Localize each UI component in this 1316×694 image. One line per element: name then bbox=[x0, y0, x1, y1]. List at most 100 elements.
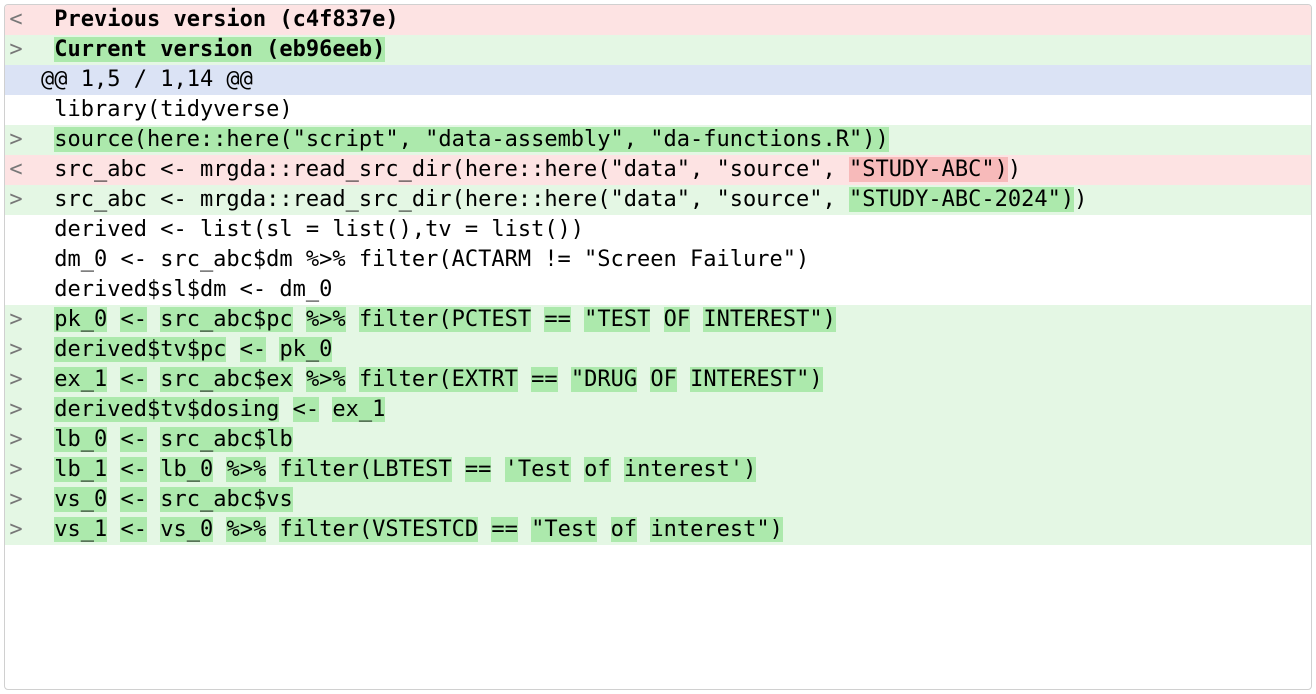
diff-row[interactable]: > derived$tv$pc <- pk_0 bbox=[5, 335, 1311, 365]
diff-segment: == bbox=[531, 367, 558, 392]
diff-gutter: < bbox=[5, 155, 27, 185]
diff-line[interactable]: src_abc <- mrgda::read_src_dir(here::her… bbox=[41, 185, 1311, 215]
diff-segment: %>% bbox=[226, 457, 266, 482]
diff-segment bbox=[279, 397, 292, 422]
diff-line[interactable]: Current version (eb96eeb) bbox=[41, 35, 1311, 65]
diff-row[interactable]: > Current version (eb96eeb) bbox=[5, 35, 1311, 65]
diff-segment bbox=[41, 427, 54, 452]
diff-line[interactable]: lb_1 <- lb_0 %>% filter(LBTEST == 'Test … bbox=[41, 455, 1311, 485]
diff-line[interactable]: derived$tv$pc <- pk_0 bbox=[41, 335, 1311, 365]
diff-segment: interest') bbox=[624, 457, 756, 482]
diff-segment: ) bbox=[1008, 157, 1021, 182]
diff-segment bbox=[346, 307, 359, 332]
diff-row[interactable]: > pk_0 <- src_abc$pc %>% filter(PCTEST =… bbox=[5, 305, 1311, 335]
diff-segment: pk_0 bbox=[279, 337, 332, 362]
diff-segment bbox=[571, 457, 584, 482]
diff-line[interactable]: source(here::here("script", "data-assemb… bbox=[41, 125, 1311, 155]
diff-row[interactable]: > lb_0 <- src_abc$lb bbox=[5, 425, 1311, 455]
diff-line[interactable]: derived$tv$dosing <- ex_1 bbox=[41, 395, 1311, 425]
diff-gutter: > bbox=[5, 35, 27, 65]
diff-row[interactable]: > ex_1 <- src_abc$ex %>% filter(EXTRT ==… bbox=[5, 365, 1311, 395]
diff-line[interactable]: Previous version (c4f837e) bbox=[41, 5, 1311, 35]
diff-segment: <- bbox=[120, 487, 147, 512]
diff-segment bbox=[147, 487, 160, 512]
diff-row[interactable]: dm_0 <- src_abc$dm %>% filter(ACTARM != … bbox=[5, 245, 1311, 275]
diff-segment: "DRUG bbox=[571, 367, 637, 392]
diff-sep bbox=[27, 515, 41, 545]
diff-line[interactable]: @@ 1,5 / 1,14 @@ bbox=[41, 65, 1311, 95]
diff-segment: pk_0 bbox=[54, 307, 107, 332]
diff-segment: INTEREST") bbox=[690, 367, 822, 392]
diff-row[interactable]: @@ 1,5 / 1,14 @@ bbox=[5, 65, 1311, 95]
diff-line[interactable]: library(tidyverse) bbox=[41, 95, 1311, 125]
diff-segment bbox=[41, 307, 54, 332]
diff-segment bbox=[293, 367, 306, 392]
diff-gutter bbox=[5, 95, 27, 125]
diff-segment: library(tidyverse) bbox=[41, 97, 293, 122]
diff-segment: == bbox=[491, 517, 518, 542]
diff-segment bbox=[637, 517, 650, 542]
diff-row[interactable]: < src_abc <- mrgda::read_src_dir(here::h… bbox=[5, 155, 1311, 185]
diff-line[interactable]: lb_0 <- src_abc$lb bbox=[41, 425, 1311, 455]
diff-sep bbox=[27, 395, 41, 425]
diff-segment bbox=[637, 367, 650, 392]
diff-segment bbox=[41, 7, 54, 32]
diff-segment bbox=[41, 487, 54, 512]
diff-sep bbox=[27, 155, 41, 185]
diff-segment bbox=[491, 457, 504, 482]
diff-segment: %>% bbox=[306, 367, 346, 392]
diff-segment: src_abc$vs bbox=[160, 487, 292, 512]
diff-line[interactable]: vs_1 <- vs_0 %>% filter(VSTESTCD == "Tes… bbox=[41, 515, 1311, 545]
diff-segment bbox=[226, 337, 239, 362]
diff-sep bbox=[27, 335, 41, 365]
diff-row[interactable]: library(tidyverse) bbox=[5, 95, 1311, 125]
diff-segment: ex_1 bbox=[332, 397, 385, 422]
diff-segment bbox=[571, 307, 584, 332]
diff-row[interactable]: > vs_0 <- src_abc$vs bbox=[5, 485, 1311, 515]
diff-segment: ) bbox=[1074, 187, 1087, 212]
diff-line[interactable]: ex_1 <- src_abc$ex %>% filter(EXTRT == "… bbox=[41, 365, 1311, 395]
diff-row[interactable]: > derived$tv$dosing <- ex_1 bbox=[5, 395, 1311, 425]
diff-row[interactable]: derived$sl$dm <- dm_0 bbox=[5, 275, 1311, 305]
diff-row[interactable]: > vs_1 <- vs_0 %>% filter(VSTESTCD == "T… bbox=[5, 515, 1311, 545]
diff-segment: == bbox=[465, 457, 492, 482]
diff-view[interactable]: < Previous version (c4f837e)> Current ve… bbox=[5, 5, 1311, 545]
diff-segment bbox=[41, 37, 54, 62]
diff-segment: filter(EXTRT bbox=[359, 367, 518, 392]
diff-segment: of bbox=[584, 457, 611, 482]
diff-line[interactable]: pk_0 <- src_abc$pc %>% filter(PCTEST == … bbox=[41, 305, 1311, 335]
diff-segment bbox=[41, 397, 54, 422]
diff-gutter: > bbox=[5, 485, 27, 515]
diff-segment bbox=[293, 307, 306, 332]
diff-segment bbox=[266, 517, 279, 542]
diff-line[interactable]: src_abc <- mrgda::read_src_dir(here::her… bbox=[41, 155, 1311, 185]
diff-sep bbox=[27, 485, 41, 515]
diff-gutter: < bbox=[5, 5, 27, 35]
diff-segment: filter(VSTESTCD bbox=[279, 517, 478, 542]
diff-gutter bbox=[5, 275, 27, 305]
diff-segment: <- bbox=[120, 517, 147, 542]
diff-segment: src_abc$lb bbox=[160, 427, 292, 452]
diff-row[interactable]: < Previous version (c4f837e) bbox=[5, 5, 1311, 35]
diff-row[interactable]: > source(here::here("script", "data-asse… bbox=[5, 125, 1311, 155]
diff-line[interactable]: derived$sl$dm <- dm_0 bbox=[41, 275, 1311, 305]
diff-segment: src_abc$pc bbox=[160, 307, 292, 332]
diff-gutter: > bbox=[5, 425, 27, 455]
diff-segment: lb_0 bbox=[54, 427, 107, 452]
diff-segment: INTEREST") bbox=[703, 307, 835, 332]
diff-row[interactable]: > lb_1 <- lb_0 %>% filter(LBTEST == 'Tes… bbox=[5, 455, 1311, 485]
diff-line[interactable]: dm_0 <- src_abc$dm %>% filter(ACTARM != … bbox=[41, 245, 1311, 275]
diff-segment bbox=[41, 457, 54, 482]
diff-segment bbox=[107, 487, 120, 512]
diff-segment bbox=[41, 337, 54, 362]
diff-segment: OF bbox=[664, 307, 691, 332]
diff-segment: <- bbox=[293, 397, 320, 422]
diff-line[interactable]: vs_0 <- src_abc$vs bbox=[41, 485, 1311, 515]
diff-segment: "STUDY-ABC-2024") bbox=[849, 187, 1074, 212]
diff-segment bbox=[346, 367, 359, 392]
diff-gutter bbox=[5, 65, 27, 95]
diff-row[interactable]: derived <- list(sl = list(),tv = list()) bbox=[5, 215, 1311, 245]
diff-line[interactable]: derived <- list(sl = list(),tv = list()) bbox=[41, 215, 1311, 245]
diff-row[interactable]: > src_abc <- mrgda::read_src_dir(here::h… bbox=[5, 185, 1311, 215]
diff-panel: < Previous version (c4f837e)> Current ve… bbox=[4, 4, 1312, 690]
